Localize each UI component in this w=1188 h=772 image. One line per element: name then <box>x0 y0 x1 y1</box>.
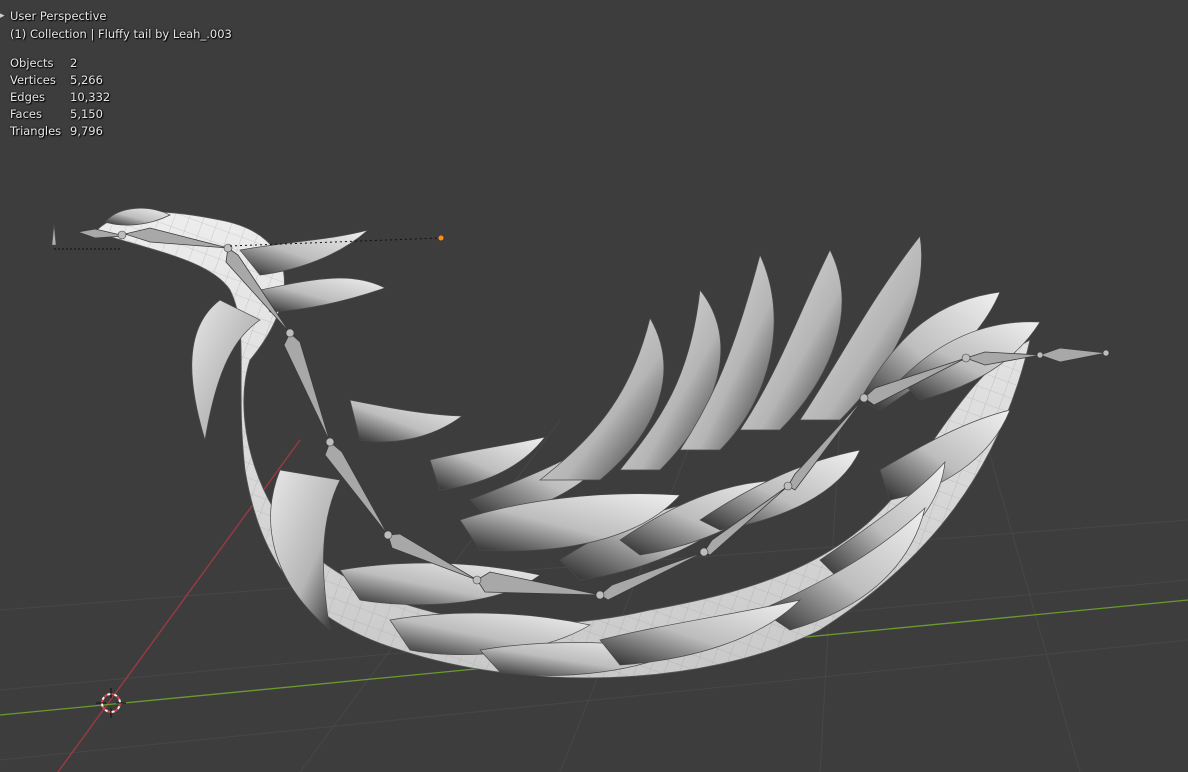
chevron-right-icon[interactable]: ▸ <box>0 11 5 21</box>
stat-value: 5,266 <box>70 73 103 87</box>
stat-value: 5,150 <box>70 107 103 121</box>
stat-row-edges: Edges 10,332 <box>10 89 110 106</box>
stat-value: 9,796 <box>70 124 103 138</box>
stat-value: 10,332 <box>70 90 111 104</box>
view-name-label: User Perspective <box>10 9 107 23</box>
stat-value: 2 <box>70 56 78 70</box>
stat-row-objects: Objects 2 <box>10 55 110 72</box>
stat-label: Triangles <box>10 124 62 138</box>
collection-info-label: (1) Collection | Fluffy tail by Leah_.00… <box>10 27 232 41</box>
stat-label: Faces <box>10 107 42 121</box>
stat-label: Edges <box>10 90 45 104</box>
tail-mesh[interactable] <box>76 207 1110 679</box>
3d-viewport[interactable] <box>0 0 1188 772</box>
stat-label: Vertices <box>10 73 56 87</box>
stat-row-faces: Faces 5,150 <box>10 106 110 123</box>
stat-row-triangles: Triangles 9,796 <box>10 123 110 140</box>
stat-row-vertices: Vertices 5,266 <box>10 72 110 89</box>
stat-label: Objects <box>10 56 54 70</box>
scene-statistics: Objects 2 Vertices 5,266 Edges 10,332 Fa… <box>10 55 110 140</box>
